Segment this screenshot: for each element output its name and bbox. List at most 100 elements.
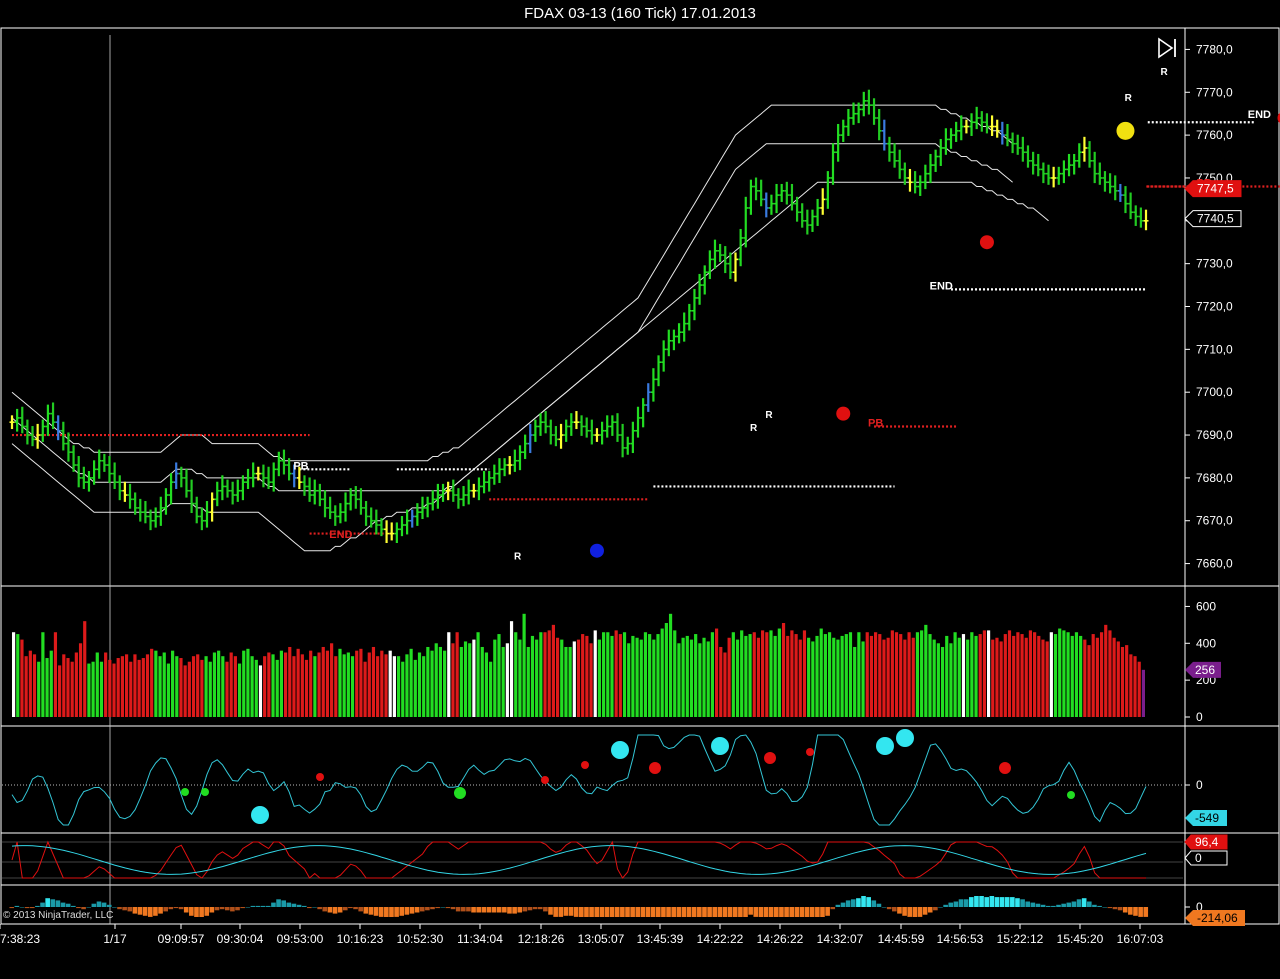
histogram-bar — [922, 907, 928, 915]
price-bar — [353, 486, 359, 509]
volume-bar — [288, 646, 292, 717]
skip-to-end-icon[interactable] — [1155, 36, 1179, 60]
price-bar — [609, 415, 615, 436]
histogram-bar — [743, 907, 748, 917]
volume-bar — [606, 632, 610, 717]
price-bar — [943, 128, 949, 155]
volume-bar — [468, 643, 472, 717]
histogram-bar — [712, 907, 718, 917]
volume-bar — [443, 650, 447, 717]
volume-bar — [346, 652, 350, 717]
histogram-bar — [620, 907, 625, 917]
price-bar — [286, 458, 292, 481]
histogram-last-label: -214,06 — [1185, 910, 1245, 926]
price-bar — [907, 168, 913, 192]
price-bar — [774, 183, 780, 214]
histogram-bar — [630, 907, 635, 917]
histogram-bar — [45, 898, 50, 907]
price-annotation: R — [750, 423, 758, 434]
volume-bar — [463, 641, 468, 717]
price-bar — [332, 505, 338, 526]
volume-bar — [49, 650, 53, 717]
volume-bar — [371, 646, 376, 717]
volume-bar — [271, 654, 275, 717]
volume-bar — [501, 646, 505, 717]
price-bar — [686, 303, 692, 331]
histogram-bar — [496, 907, 502, 913]
oscillator-marker — [649, 762, 661, 774]
price-bar — [650, 368, 656, 402]
histogram-bar — [399, 907, 405, 916]
price-bar — [768, 194, 774, 215]
price-bar — [969, 113, 975, 136]
histogram-bar — [14, 905, 20, 907]
volume-bar — [869, 635, 874, 717]
histogram-bar — [691, 907, 697, 917]
volume-bar — [1091, 634, 1095, 717]
volume-bar — [217, 650, 221, 717]
histogram-bar — [789, 907, 794, 917]
price-bar — [317, 483, 323, 507]
volume-bar — [593, 630, 597, 717]
volume-bar — [396, 656, 401, 717]
histogram-bar — [968, 897, 974, 907]
histogram-bar — [573, 907, 579, 917]
price-panel[interactable]: 7780,07770,07760,07750,07740,07730,07720… — [9, 42, 1280, 571]
histogram-bar — [266, 905, 271, 907]
histogram-bar — [147, 907, 153, 917]
histogram-panel[interactable]: 0-214,06 — [9, 896, 1245, 926]
trading-chart[interactable]: 7780,07770,07760,07750,07740,07730,07720… — [0, 0, 1280, 979]
histogram-bar — [153, 907, 158, 916]
y-tick-label: 0 — [1196, 710, 1203, 724]
histogram-bar — [553, 907, 558, 917]
volume-panel[interactable]: 6004002000256 — [12, 599, 1221, 724]
histogram-bar — [974, 896, 979, 907]
volume-bar — [1049, 632, 1053, 717]
volume-bar — [451, 643, 455, 717]
price-bar — [153, 507, 159, 528]
price-bar — [799, 203, 805, 228]
volume-bar — [208, 661, 212, 717]
histogram-bar — [137, 907, 143, 915]
histogram-bar — [466, 907, 471, 912]
price-bar — [1020, 136, 1026, 162]
price-bar — [40, 419, 46, 442]
price-bar — [348, 488, 354, 511]
price-bar — [81, 466, 87, 490]
price-bar — [343, 492, 349, 522]
volume-bar — [853, 646, 857, 717]
histogram-bar — [543, 907, 548, 912]
histogram-bar — [1066, 902, 1072, 907]
volume-bar — [777, 628, 781, 717]
y-tick-label: 7660,0 — [1196, 557, 1233, 571]
price-bar — [753, 177, 759, 201]
histogram-bar — [938, 907, 943, 908]
histogram-bar — [337, 907, 343, 913]
price-bar — [235, 479, 241, 502]
histogram-bar — [671, 907, 676, 917]
volume-bar — [309, 650, 313, 717]
price-bar — [1061, 160, 1067, 184]
volume-bar — [986, 630, 991, 717]
histogram-bar — [589, 907, 594, 917]
oscillator-panel[interactable]: 0 -549 — [2, 729, 1227, 826]
volume-bar — [317, 652, 321, 717]
volume-bar — [970, 632, 974, 717]
volume-bar — [957, 637, 961, 717]
volume-bar — [723, 652, 727, 717]
volume-bar — [614, 630, 618, 717]
oscillator-marker — [316, 773, 324, 781]
volume-bar — [83, 621, 87, 717]
histogram-bar — [373, 907, 379, 916]
volume-bar — [518, 639, 522, 717]
price-bar — [168, 473, 174, 505]
volume-bar — [1099, 632, 1104, 717]
stochastics-panel[interactable]: 96,40 — [2, 834, 1228, 879]
histogram-bar — [917, 907, 923, 917]
oscillator-marker — [876, 737, 894, 755]
histogram-bar — [96, 901, 102, 907]
price-bar — [101, 453, 107, 472]
histogram-bar — [1035, 903, 1041, 907]
histogram-bar — [717, 907, 723, 917]
histogram-bar — [384, 907, 389, 917]
